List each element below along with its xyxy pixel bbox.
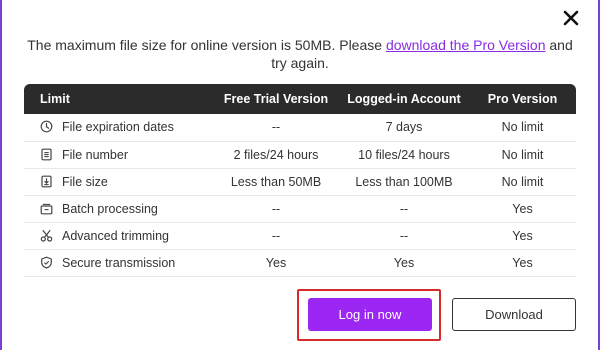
table-row: File number 2 files/24 hours 10 files/24… bbox=[24, 141, 576, 169]
logged-value: Yes bbox=[339, 249, 469, 277]
feature-cell: Batch processing bbox=[24, 195, 213, 223]
feature-name: Advanced trimming bbox=[62, 228, 169, 243]
clock-icon bbox=[40, 120, 53, 133]
table-row: Batch processing -- -- Yes bbox=[24, 195, 576, 223]
table-row: File size Less than 50MB Less than 100MB… bbox=[24, 168, 576, 196]
feature-cell: File number bbox=[24, 141, 213, 169]
feature-cell: File expiration dates bbox=[24, 114, 213, 142]
pro-value: No limit bbox=[469, 168, 576, 196]
trial-value: Less than 50MB bbox=[213, 168, 339, 196]
limits-table: Limit Free Trial Version Logged-in Accou… bbox=[24, 84, 576, 277]
header-pro: Pro Version bbox=[469, 84, 576, 114]
pro-value: Yes bbox=[469, 195, 576, 223]
feature-name: File number bbox=[62, 147, 128, 162]
table-row: Advanced trimming -- -- Yes bbox=[24, 222, 576, 250]
trial-value: Yes bbox=[213, 249, 339, 277]
table-row: File expiration dates -- 7 days No limit bbox=[24, 114, 576, 142]
feature-cell: Secure transmission bbox=[24, 249, 213, 277]
message-text-before: The maximum file size for online version… bbox=[27, 37, 386, 53]
table-header-row: Limit Free Trial Version Logged-in Accou… bbox=[24, 84, 576, 114]
trial-value: -- bbox=[213, 195, 339, 223]
feature-cell: Advanced trimming bbox=[24, 222, 213, 250]
header-free-trial: Free Trial Version bbox=[213, 84, 339, 114]
feature-name: Batch processing bbox=[62, 201, 158, 216]
logged-value: -- bbox=[339, 222, 469, 250]
table-row: Secure transmission Yes Yes Yes bbox=[24, 249, 576, 277]
pro-value: No limit bbox=[469, 141, 576, 169]
batch-processing-icon bbox=[40, 202, 53, 215]
file-number-icon bbox=[40, 148, 53, 161]
login-now-button[interactable]: Log in now bbox=[308, 298, 432, 331]
feature-name: File expiration dates bbox=[62, 120, 174, 135]
close-icon bbox=[563, 10, 579, 26]
header-limit: Limit bbox=[24, 84, 213, 114]
feature-name: File size bbox=[62, 174, 108, 189]
logged-value: 10 files/24 hours bbox=[339, 141, 469, 169]
feature-name: Secure transmission bbox=[62, 255, 176, 270]
trial-value: -- bbox=[213, 222, 339, 250]
file-size-message: The maximum file size for online version… bbox=[24, 36, 576, 72]
dialog-border-left bbox=[0, 0, 2, 350]
scissors-icon bbox=[40, 229, 53, 242]
pro-value: Yes bbox=[469, 222, 576, 250]
logged-value: Less than 100MB bbox=[339, 168, 469, 196]
feature-cell: File size bbox=[24, 168, 213, 196]
file-size-icon bbox=[40, 175, 53, 188]
pro-value: No limit bbox=[469, 114, 576, 142]
download-pro-link[interactable]: download the Pro Version bbox=[386, 37, 546, 53]
logged-value: -- bbox=[339, 195, 469, 223]
shield-icon bbox=[40, 256, 53, 269]
trial-value: -- bbox=[213, 114, 339, 142]
logged-value: 7 days bbox=[339, 114, 469, 142]
close-button[interactable] bbox=[560, 7, 582, 29]
download-button[interactable]: Download bbox=[452, 298, 576, 331]
pro-value: Yes bbox=[469, 249, 576, 277]
trial-value: 2 files/24 hours bbox=[213, 141, 339, 169]
header-logged-in: Logged-in Account bbox=[339, 84, 469, 114]
